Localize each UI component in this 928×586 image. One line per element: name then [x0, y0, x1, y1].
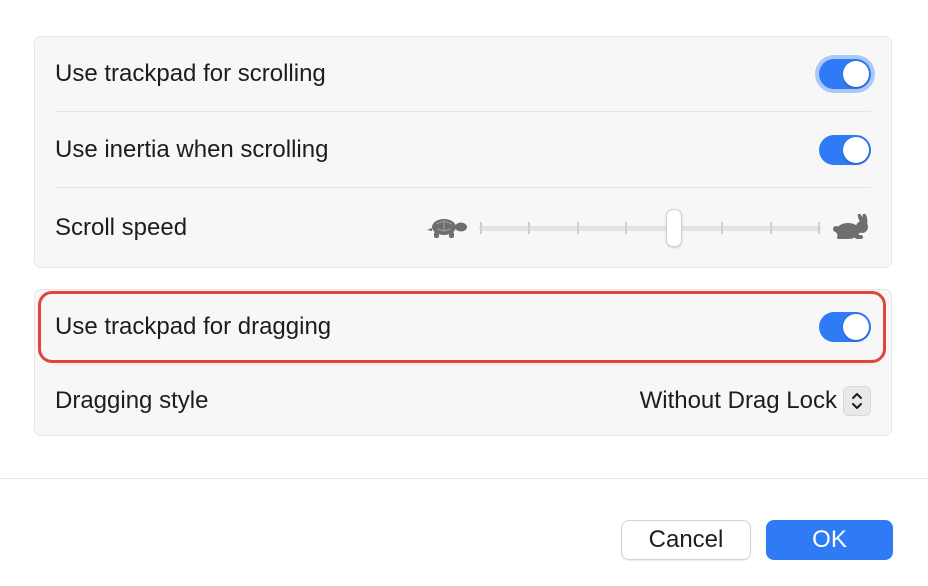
scrolling-settings-group: Use trackpad for scrolling Use inertia w…: [34, 36, 892, 268]
trackpad-scrolling-label: Use trackpad for scrolling: [55, 60, 326, 87]
rabbit-icon: [833, 214, 868, 239]
ok-button[interactable]: OK: [766, 520, 893, 560]
scroll-speed-slider-group: [425, 208, 871, 248]
dragging-style-row: Dragging style Without Drag Lock: [55, 365, 871, 437]
dragging-settings-group: Use trackpad for dragging Dragging style…: [34, 289, 892, 436]
slider-tick: [624, 222, 627, 234]
slider-tick: [528, 222, 531, 234]
dragging-style-label: Dragging style: [55, 387, 209, 414]
dragging-style-select[interactable]: Without Drag Lock: [640, 386, 871, 416]
inertia-scrolling-row: Use inertia when scrolling: [55, 112, 871, 188]
turtle-icon: [427, 219, 467, 238]
inertia-scrolling-toggle[interactable]: [819, 134, 871, 165]
slider-tick: [576, 222, 579, 234]
trackpad-dragging-toggle[interactable]: [819, 312, 871, 342]
trackpad-scrolling-row: Use trackpad for scrolling: [55, 37, 871, 112]
toggle-knob: [843, 136, 869, 163]
footer-divider: [0, 478, 928, 479]
trackpad-scrolling-toggle[interactable]: [819, 59, 871, 89]
dragging-style-value: Without Drag Lock: [639, 387, 837, 414]
slider-tick: [769, 222, 772, 234]
toggle-knob: [843, 61, 869, 87]
scroll-speed-label: Scroll speed: [55, 214, 188, 241]
inertia-scrolling-label: Use inertia when scrolling: [55, 135, 329, 163]
slider-tick: [721, 222, 724, 234]
slider-tick: [818, 222, 820, 234]
scroll-speed-slider[interactable]: [479, 208, 821, 248]
scroll-speed-row: Scroll speed: [55, 188, 871, 268]
toggle-knob: [843, 314, 869, 340]
trackpad-dragging-row: Use trackpad for dragging: [55, 290, 871, 365]
chevron-up-down-icon: [843, 386, 871, 416]
trackpad-dragging-label: Use trackpad for dragging: [55, 313, 332, 340]
cancel-button[interactable]: Cancel: [621, 520, 751, 560]
slider-tick: [480, 222, 482, 234]
slider-thumb[interactable]: [666, 209, 683, 247]
